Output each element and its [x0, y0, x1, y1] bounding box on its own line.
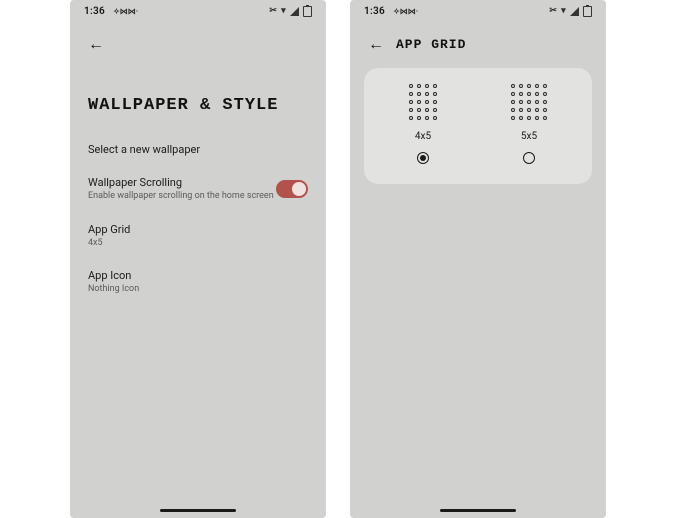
select-wallpaper-label: Select a new wallpaper — [88, 143, 308, 156]
wifi-icon: ▾ — [281, 6, 286, 16]
grid-option-4x5[interactable]: 4x5 — [409, 84, 438, 164]
wallpaper-scrolling-title: Wallpaper Scrolling — [88, 176, 276, 189]
back-arrow-icon[interactable]: ← — [368, 36, 384, 52]
signal-icon — [570, 7, 579, 16]
app-icon-title: App Icon — [88, 269, 308, 282]
grid-options-card: 4x5 5x5 — [364, 68, 592, 184]
grid-option-5x5[interactable]: 5x5 — [511, 84, 548, 164]
wallpaper-scrolling-row[interactable]: Wallpaper Scrolling Enable wallpaper scr… — [70, 166, 326, 213]
radio-4x5[interactable] — [417, 152, 429, 164]
status-bar: 1:36 ✧ ⋈ ⋈ · ✂ ▾ — [70, 0, 326, 22]
grid-option-label: 5x5 — [521, 131, 537, 142]
status-bar: 1:36 ✧ ⋈ ⋈ · ✂ ▾ — [350, 0, 606, 22]
radio-5x5[interactable] — [523, 152, 535, 164]
app-grid-row[interactable]: App Grid 4x5 — [70, 213, 326, 260]
grid-preview-4x5-icon — [409, 84, 438, 121]
page-title: APP GRID — [396, 37, 466, 52]
status-left-icons: ✧ ⋈ ⋈ · — [393, 7, 417, 16]
signal-icon — [290, 7, 299, 16]
status-right-icons: ✂ ▾ — [549, 6, 592, 17]
phone-app-grid: 1:36 ✧ ⋈ ⋈ · ✂ ▾ ← APP GRID 4x5 5x5 — [350, 0, 606, 518]
app-icon-row[interactable]: App Icon Nothing Icon — [70, 259, 326, 306]
battery-icon — [303, 6, 312, 17]
grid-option-label: 4x5 — [415, 131, 431, 142]
gesture-bar[interactable] — [160, 509, 236, 512]
app-grid-title: App Grid — [88, 223, 308, 236]
scissors-icon: ✂ — [269, 6, 277, 16]
header: ← — [70, 22, 326, 60]
status-right-icons: ✂ ▾ — [269, 6, 312, 17]
grid-preview-5x5-icon — [511, 84, 548, 121]
wallpaper-scrolling-subtitle: Enable wallpaper scrolling on the home s… — [88, 191, 276, 203]
status-time: 1:36 — [84, 6, 105, 17]
app-icon-value: Nothing Icon — [88, 284, 308, 296]
back-arrow-icon[interactable]: ← — [88, 36, 104, 52]
scissors-icon: ✂ — [549, 6, 557, 16]
battery-icon — [583, 6, 592, 17]
page-title: WALLPAPER & STYLE — [70, 60, 326, 133]
phone-wallpaper-style: 1:36 ✧ ⋈ ⋈ · ✂ ▾ ← WALLPAPER & STYLE Sel… — [70, 0, 326, 518]
wallpaper-scrolling-toggle[interactable] — [276, 180, 308, 198]
app-grid-value: 4x5 — [88, 238, 308, 250]
header: ← APP GRID — [350, 22, 606, 60]
gesture-bar[interactable] — [440, 509, 516, 512]
status-left-icons: ✧ ⋈ ⋈ · — [113, 7, 137, 16]
wifi-icon: ▾ — [561, 6, 566, 16]
status-time: 1:36 — [364, 6, 385, 17]
select-wallpaper-row[interactable]: Select a new wallpaper — [70, 133, 326, 166]
